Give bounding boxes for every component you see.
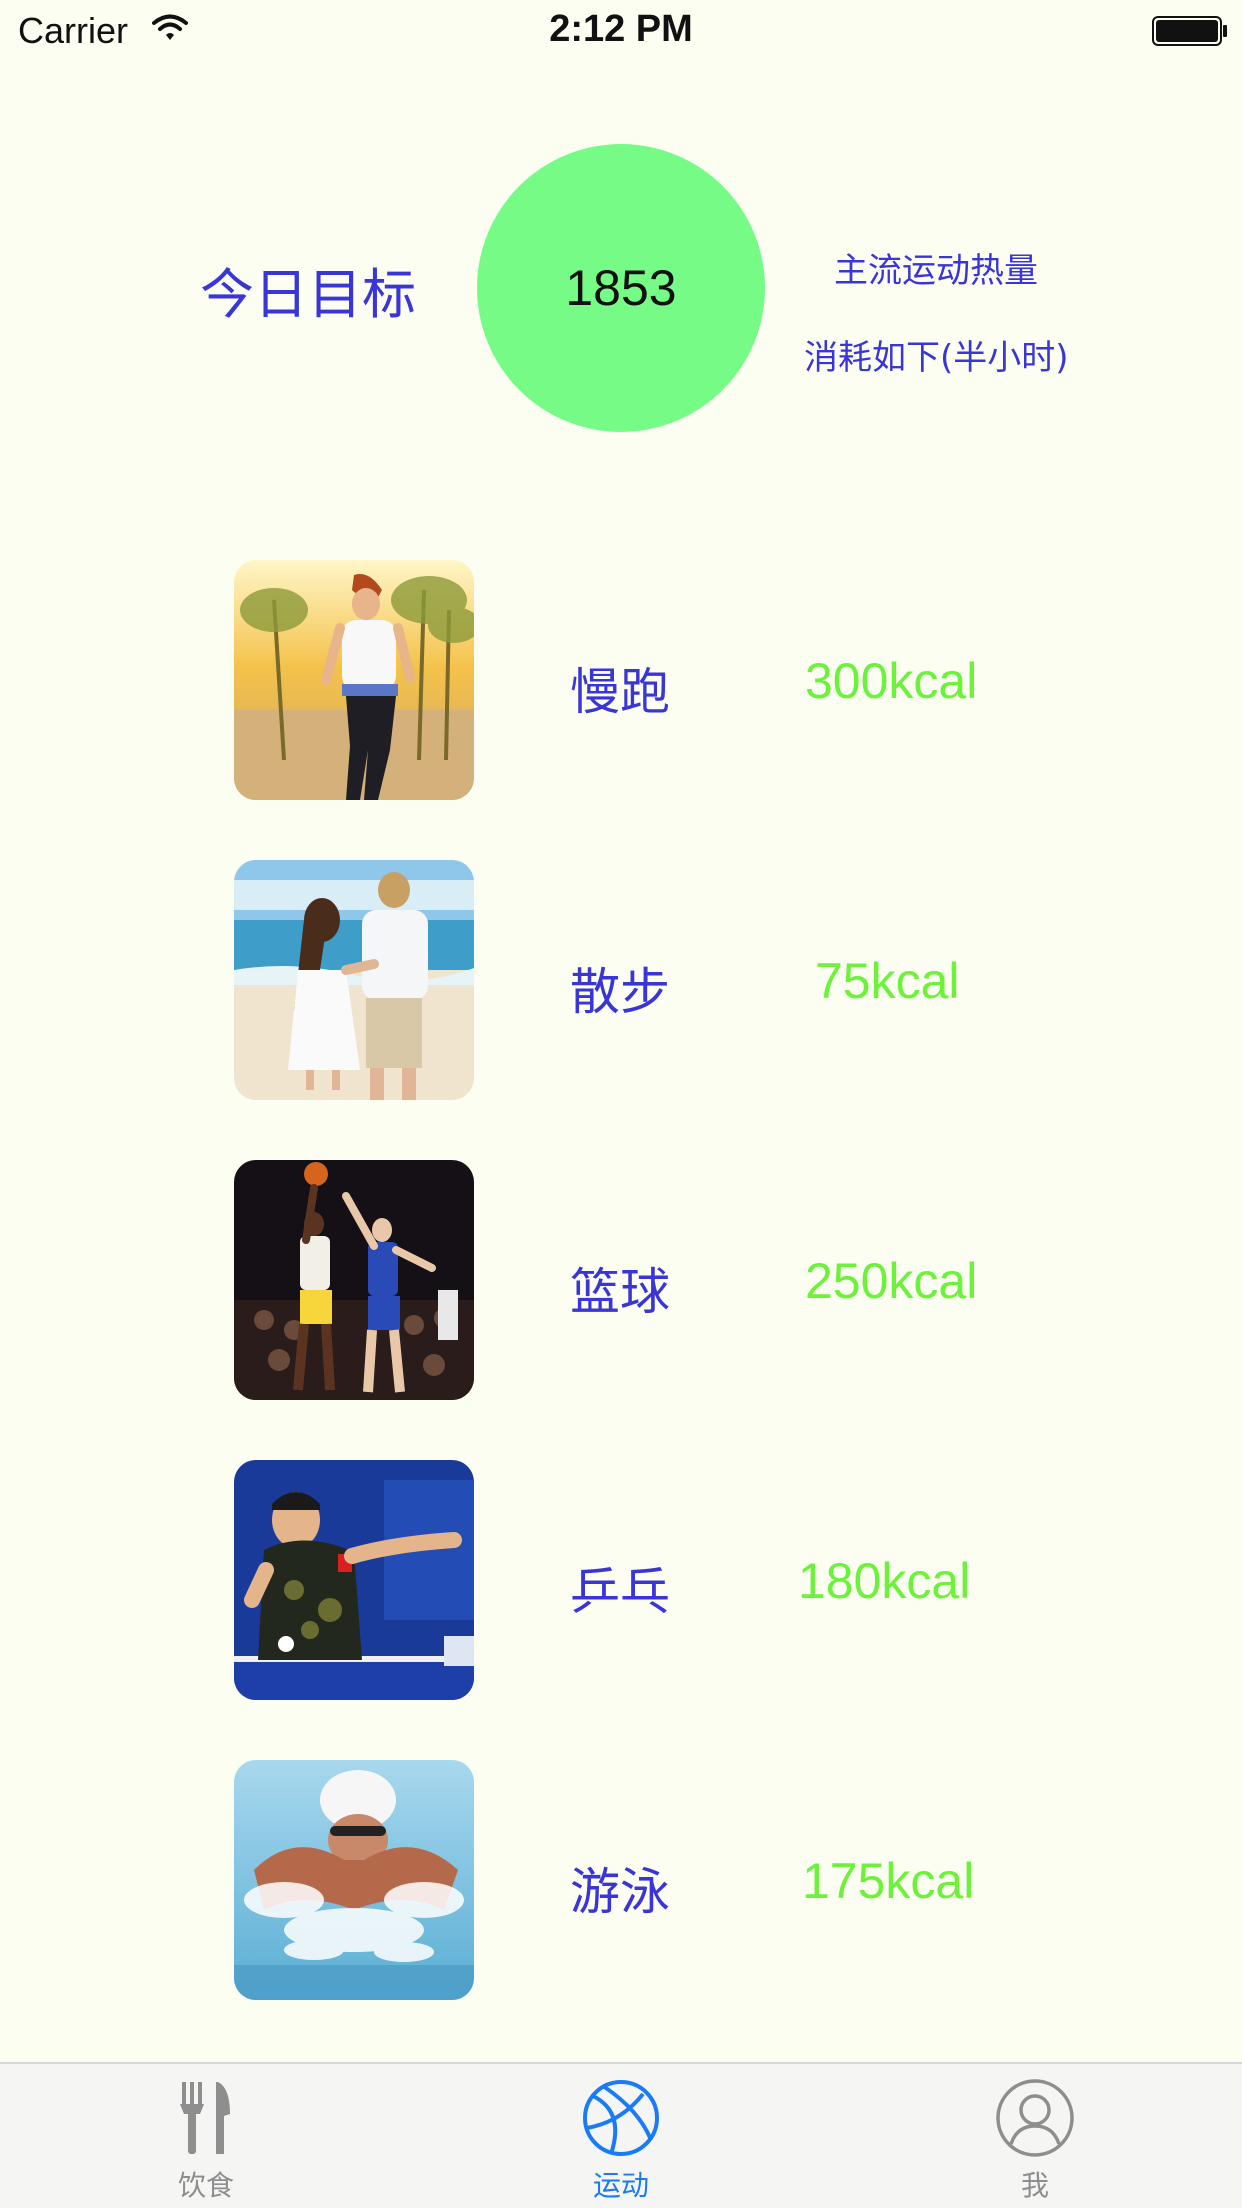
exercise-name: 乒乓 (570, 1563, 670, 1621)
exercise-row-basketball[interactable]: 篮球 250kcal (0, 1160, 1242, 1400)
tab-label: 我 (1020, 2169, 1049, 2202)
goal-calorie-value: 1853 (565, 260, 677, 316)
exercise-kcal: 180kcal (798, 1553, 971, 1609)
exercise-row-swimming[interactable]: 游泳 175kcal (0, 1760, 1242, 2000)
calorie-hint-line2: 消耗如下(半小时) (804, 338, 1069, 378)
exercise-row-walking[interactable]: 散步 75kcal (0, 860, 1242, 1100)
exercise-row-running[interactable]: 慢跑 300kcal (0, 560, 1242, 800)
exercise-kcal: 175kcal (802, 1853, 975, 1909)
goal-calorie-circle: 1853 (477, 144, 765, 432)
today-goal-label: 今日目标 (200, 263, 416, 326)
tab-diet[interactable]: 饮食 (56, 2064, 356, 2208)
tab-bar: 饮食 运动 我 (0, 2062, 1242, 2208)
walking-photo (234, 860, 474, 1100)
fork-knife-icon (180, 2082, 230, 2154)
exercise-name: 游泳 (570, 1863, 670, 1921)
exercise-kcal: 300kcal (805, 653, 978, 709)
sport-screen: Carrier 2:12 PM 今日目标 1853 主流运动热量 消耗如下(半小… (0, 0, 1242, 2208)
tab-sport[interactable]: 运动 (471, 2064, 771, 2208)
table-tennis-photo (234, 1460, 474, 1700)
calorie-hint-line1: 主流运动热量 (834, 251, 1038, 291)
battery-icon (1152, 16, 1227, 46)
tab-label: 运动 (592, 2169, 649, 2202)
tab-label: 饮食 (177, 2169, 234, 2202)
exercise-kcal: 75kcal (815, 953, 960, 1009)
exercise-row-table-tennis[interactable]: 乒乓 180kcal (0, 1460, 1242, 1700)
tab-me[interactable]: 我 (885, 2064, 1185, 2208)
basketball-icon (583, 2080, 659, 2156)
status-bar: Carrier 2:12 PM (0, 0, 1242, 60)
exercise-kcal: 250kcal (805, 1253, 978, 1309)
exercise-name: 散步 (570, 963, 670, 1021)
basketball-photo (234, 1160, 474, 1400)
status-time: 2:12 PM (549, 8, 693, 50)
profile-icon (996, 2079, 1074, 2157)
exercise-name: 篮球 (570, 1263, 670, 1321)
running-photo (234, 560, 474, 800)
exercise-name: 慢跑 (570, 663, 670, 721)
swimming-photo (234, 1760, 474, 2000)
